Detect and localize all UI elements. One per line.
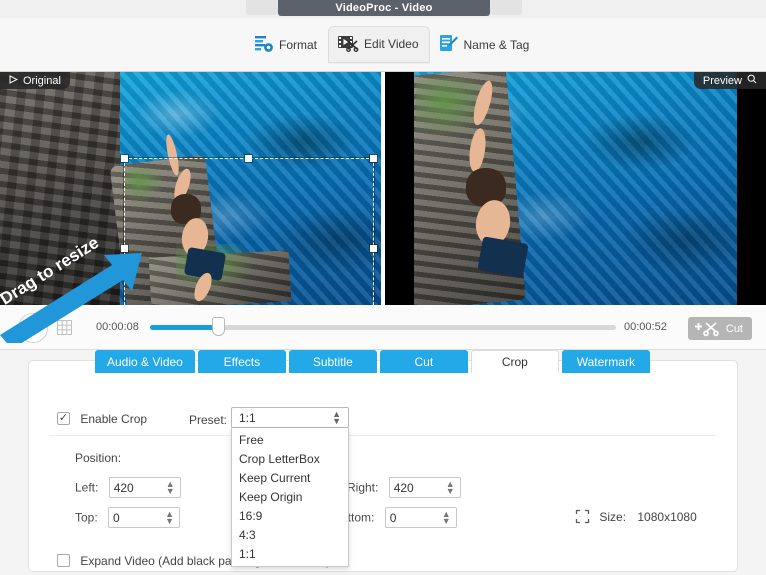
size-value: 1080x1080 <box>637 510 697 525</box>
cut-button-label: Cut <box>725 322 743 335</box>
end-time: 00:00:52 <box>624 321 667 333</box>
original-preview-pane[interactable]: Original <box>0 72 381 305</box>
top-tab-bar: Format Edit Video Name & Tag <box>0 18 766 72</box>
film-scissors-icon <box>337 33 359 55</box>
edit-tab-crop-label: Crop <box>501 355 528 369</box>
crop-handle-top-center[interactable] <box>245 155 252 162</box>
magnifier-icon <box>747 74 757 87</box>
expand-video-checkbox[interactable] <box>57 554 70 568</box>
position-label: Position: <box>75 451 122 465</box>
format-gear-icon <box>254 34 274 56</box>
tab-edit-video[interactable]: Edit Video <box>328 26 430 64</box>
play-triangle-icon <box>9 74 19 87</box>
top-input[interactable]: 0 ▲ ▼ <box>108 507 181 528</box>
title-bar-left-tab <box>246 0 278 15</box>
original-badge[interactable]: Original <box>0 72 70 89</box>
grid-icon[interactable] <box>56 319 73 336</box>
result-preview-pane[interactable]: Preview <box>385 72 766 305</box>
original-badge-label: Original <box>23 74 61 87</box>
cut-button[interactable]: Cut <box>688 317 752 340</box>
timeline-scrubber[interactable] <box>150 317 616 336</box>
preset-select[interactable]: 1:1 ▲ ▼ <box>231 407 349 428</box>
enable-crop-label: Enable Crop <box>80 411 148 426</box>
bottom-input[interactable]: 0 ▲ ▼ <box>384 507 457 528</box>
tab-name-tag-label: Name & Tag <box>463 38 530 52</box>
right-label: Right: <box>347 480 379 495</box>
transport-bar: 00:00:08 00:00:52 Cut <box>0 305 766 350</box>
size-display: Size: 1080x1080 <box>575 509 697 527</box>
crop-handle-middle-left[interactable] <box>121 245 128 252</box>
right-value: 420 <box>393 480 414 495</box>
left-label: Left: <box>75 480 99 495</box>
edit-tab-subtitle-label: Subtitle <box>312 354 353 369</box>
videoproc-window: VideoProc - Video Format Edit Video Name… <box>0 0 766 575</box>
preset-option-16-9[interactable]: 16:9 <box>232 507 348 526</box>
title-bar: VideoProc - Video <box>0 0 766 18</box>
tab-format[interactable]: Format <box>245 27 328 64</box>
top-field-group: Top: 0 ▲ ▼ <box>75 507 181 528</box>
bottom-stepper-icon[interactable]: ▲ ▼ <box>442 510 451 526</box>
original-video-frame <box>0 72 128 305</box>
chevron-updown-icon[interactable]: ▲ ▼ <box>332 410 341 426</box>
preset-option-crop-letterbox[interactable]: Crop LetterBox <box>232 450 348 469</box>
timeline-progress <box>150 325 218 330</box>
checkmark-icon: ✓ <box>58 412 69 425</box>
tab-format-label: Format <box>279 38 318 52</box>
left-field-group: Left: 420 ▲ ▼ <box>75 477 181 498</box>
top-value: 0 <box>113 510 120 525</box>
edit-panel: Audio & Video Effects Subtitle Cut Crop … <box>28 350 738 572</box>
bottom-value: 0 <box>389 510 397 525</box>
preset-selected-value: 1:1 <box>239 410 256 425</box>
edit-tab-watermark-label: Watermark <box>576 354 635 369</box>
panel-divider <box>49 435 717 436</box>
crop-handle-top-right[interactable] <box>370 155 377 162</box>
right-stepper-icon[interactable]: ▲ ▼ <box>446 480 455 496</box>
enable-crop-row: ✓ Enable Crop <box>57 411 147 426</box>
window-title: VideoProc - Video <box>278 0 490 16</box>
size-label: Size: <box>599 510 627 525</box>
preview-badge-label: Preview <box>702 74 742 87</box>
play-button-icon[interactable] <box>18 313 48 343</box>
right-field-group: Right: 420 ▲ ▼ <box>347 477 461 498</box>
preview-badge[interactable]: Preview <box>693 72 766 89</box>
crop-selection-box[interactable] <box>121 155 377 305</box>
edit-tab-bar: Audio & Video Effects Subtitle Cut Crop … <box>95 350 650 373</box>
start-time: 00:00:08 <box>96 321 139 333</box>
resize-icon <box>575 509 593 527</box>
preset-option-keep-origin[interactable]: Keep Origin <box>232 488 348 507</box>
tab-name-tag[interactable]: Name & Tag <box>430 27 541 64</box>
add-scissors-icon <box>693 320 721 340</box>
edit-tab-effects-label: Effects <box>223 354 261 369</box>
left-stepper-icon[interactable]: ▲ ▼ <box>166 480 175 496</box>
top-label: Top: <box>75 510 98 525</box>
preset-option-keep-current[interactable]: Keep Current <box>232 469 348 488</box>
preset-option-free[interactable]: Free <box>232 431 348 450</box>
preview-stage: Original Preview <box>0 72 766 305</box>
edit-tab-cut-label: Cut <box>414 354 434 369</box>
bottom-field-group: Bottom: 0 ▲ ▼ <box>333 507 457 528</box>
crop-handle-top-left[interactable] <box>121 155 128 162</box>
crop-handle-middle-right[interactable] <box>370 245 377 252</box>
top-stepper-icon[interactable]: ▲ ▼ <box>165 510 174 526</box>
preset-option-4-3[interactable]: 4:3 <box>232 526 348 545</box>
edit-tab-subtitle[interactable]: Subtitle <box>288 350 377 373</box>
enable-crop-checkbox[interactable]: ✓ <box>57 412 70 426</box>
edit-tab-effects[interactable]: Effects <box>197 350 286 373</box>
document-pencil-icon <box>439 34 459 56</box>
edit-tab-watermark[interactable]: Watermark <box>561 350 650 373</box>
preset-dropdown-list[interactable]: Free Crop LetterBox Keep Current Keep Or… <box>231 428 349 567</box>
edit-tab-audio-video-label: Audio & Video <box>107 354 183 369</box>
preset-label: Preset: <box>189 413 228 427</box>
tab-edit-video-label: Edit Video <box>364 37 419 51</box>
title-bar-right-tab <box>490 0 522 15</box>
edit-tab-audio-video[interactable]: Audio & Video <box>95 350 195 373</box>
preset-option-1-1[interactable]: 1:1 <box>232 545 348 564</box>
left-value: 420 <box>113 480 134 495</box>
right-input[interactable]: 420 ▲ ▼ <box>388 477 461 498</box>
edit-tab-cut[interactable]: Cut <box>379 350 468 373</box>
result-video-frame <box>414 72 737 305</box>
left-input[interactable]: 420 ▲ ▼ <box>108 477 181 498</box>
edit-tab-crop[interactable]: Crop <box>470 350 559 373</box>
timeline-knob[interactable] <box>212 317 225 336</box>
